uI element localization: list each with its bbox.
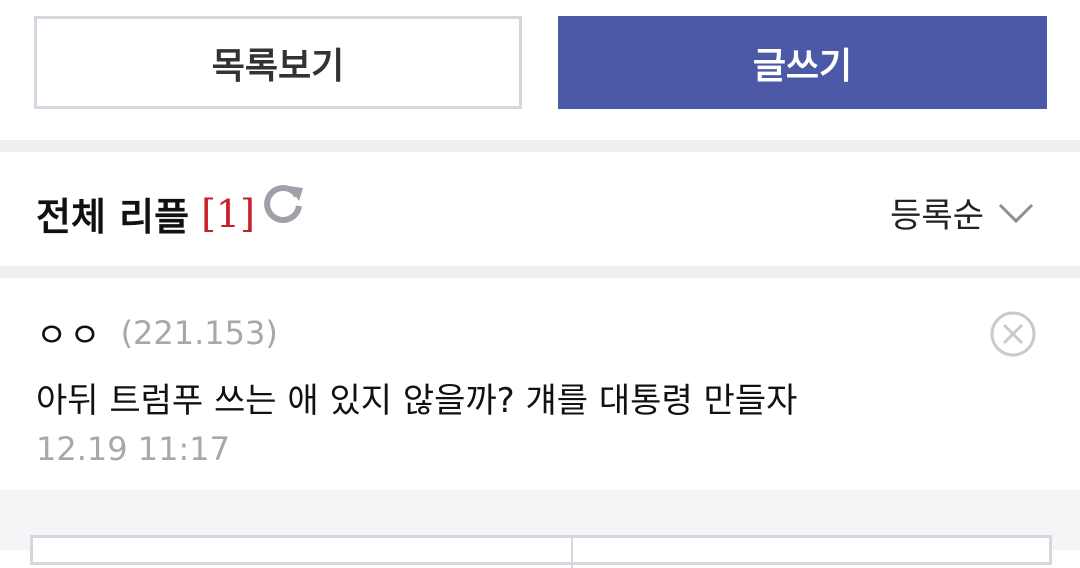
section-separator [0, 140, 1080, 152]
comments-header: 전체 리플 [1] 등록순 [0, 152, 1080, 266]
comment-count: [1] [201, 191, 255, 236]
sort-label: 등록순 [890, 196, 984, 236]
comment-ip: (221.153) [120, 313, 278, 352]
comment-timestamp: 12.19 11:17 [36, 430, 230, 468]
refresh-icon[interactable] [261, 182, 305, 226]
section-separator [0, 266, 1080, 278]
comment-input-box[interactable] [30, 535, 1052, 568]
top-action-bar: 목록보기 글쓰기 [0, 0, 1080, 140]
close-circle-icon[interactable] [989, 310, 1037, 358]
comment-item: ㅇㅇ (221.153) 아뒤 트럼푸 쓰는 애 있지 않을까? 걔를 대통령 … [0, 278, 1080, 490]
comment-author-row: ㅇㅇ (221.153) [36, 308, 278, 357]
chevron-down-icon [998, 203, 1034, 223]
comment-text: 아뒤 트럼푸 쓰는 애 있지 않을까? 걔를 대통령 만들자 [36, 381, 798, 421]
input-divider [571, 538, 573, 568]
comments-title: 전체 리플 [1] [36, 186, 255, 241]
write-post-button[interactable]: 글쓰기 [558, 16, 1047, 109]
list-view-button[interactable]: 목록보기 [34, 16, 522, 109]
comment-author: ㅇㅇ [36, 316, 103, 356]
comments-title-label: 전체 리플 [36, 195, 190, 239]
sort-dropdown[interactable]: 등록순 [890, 188, 1034, 237]
